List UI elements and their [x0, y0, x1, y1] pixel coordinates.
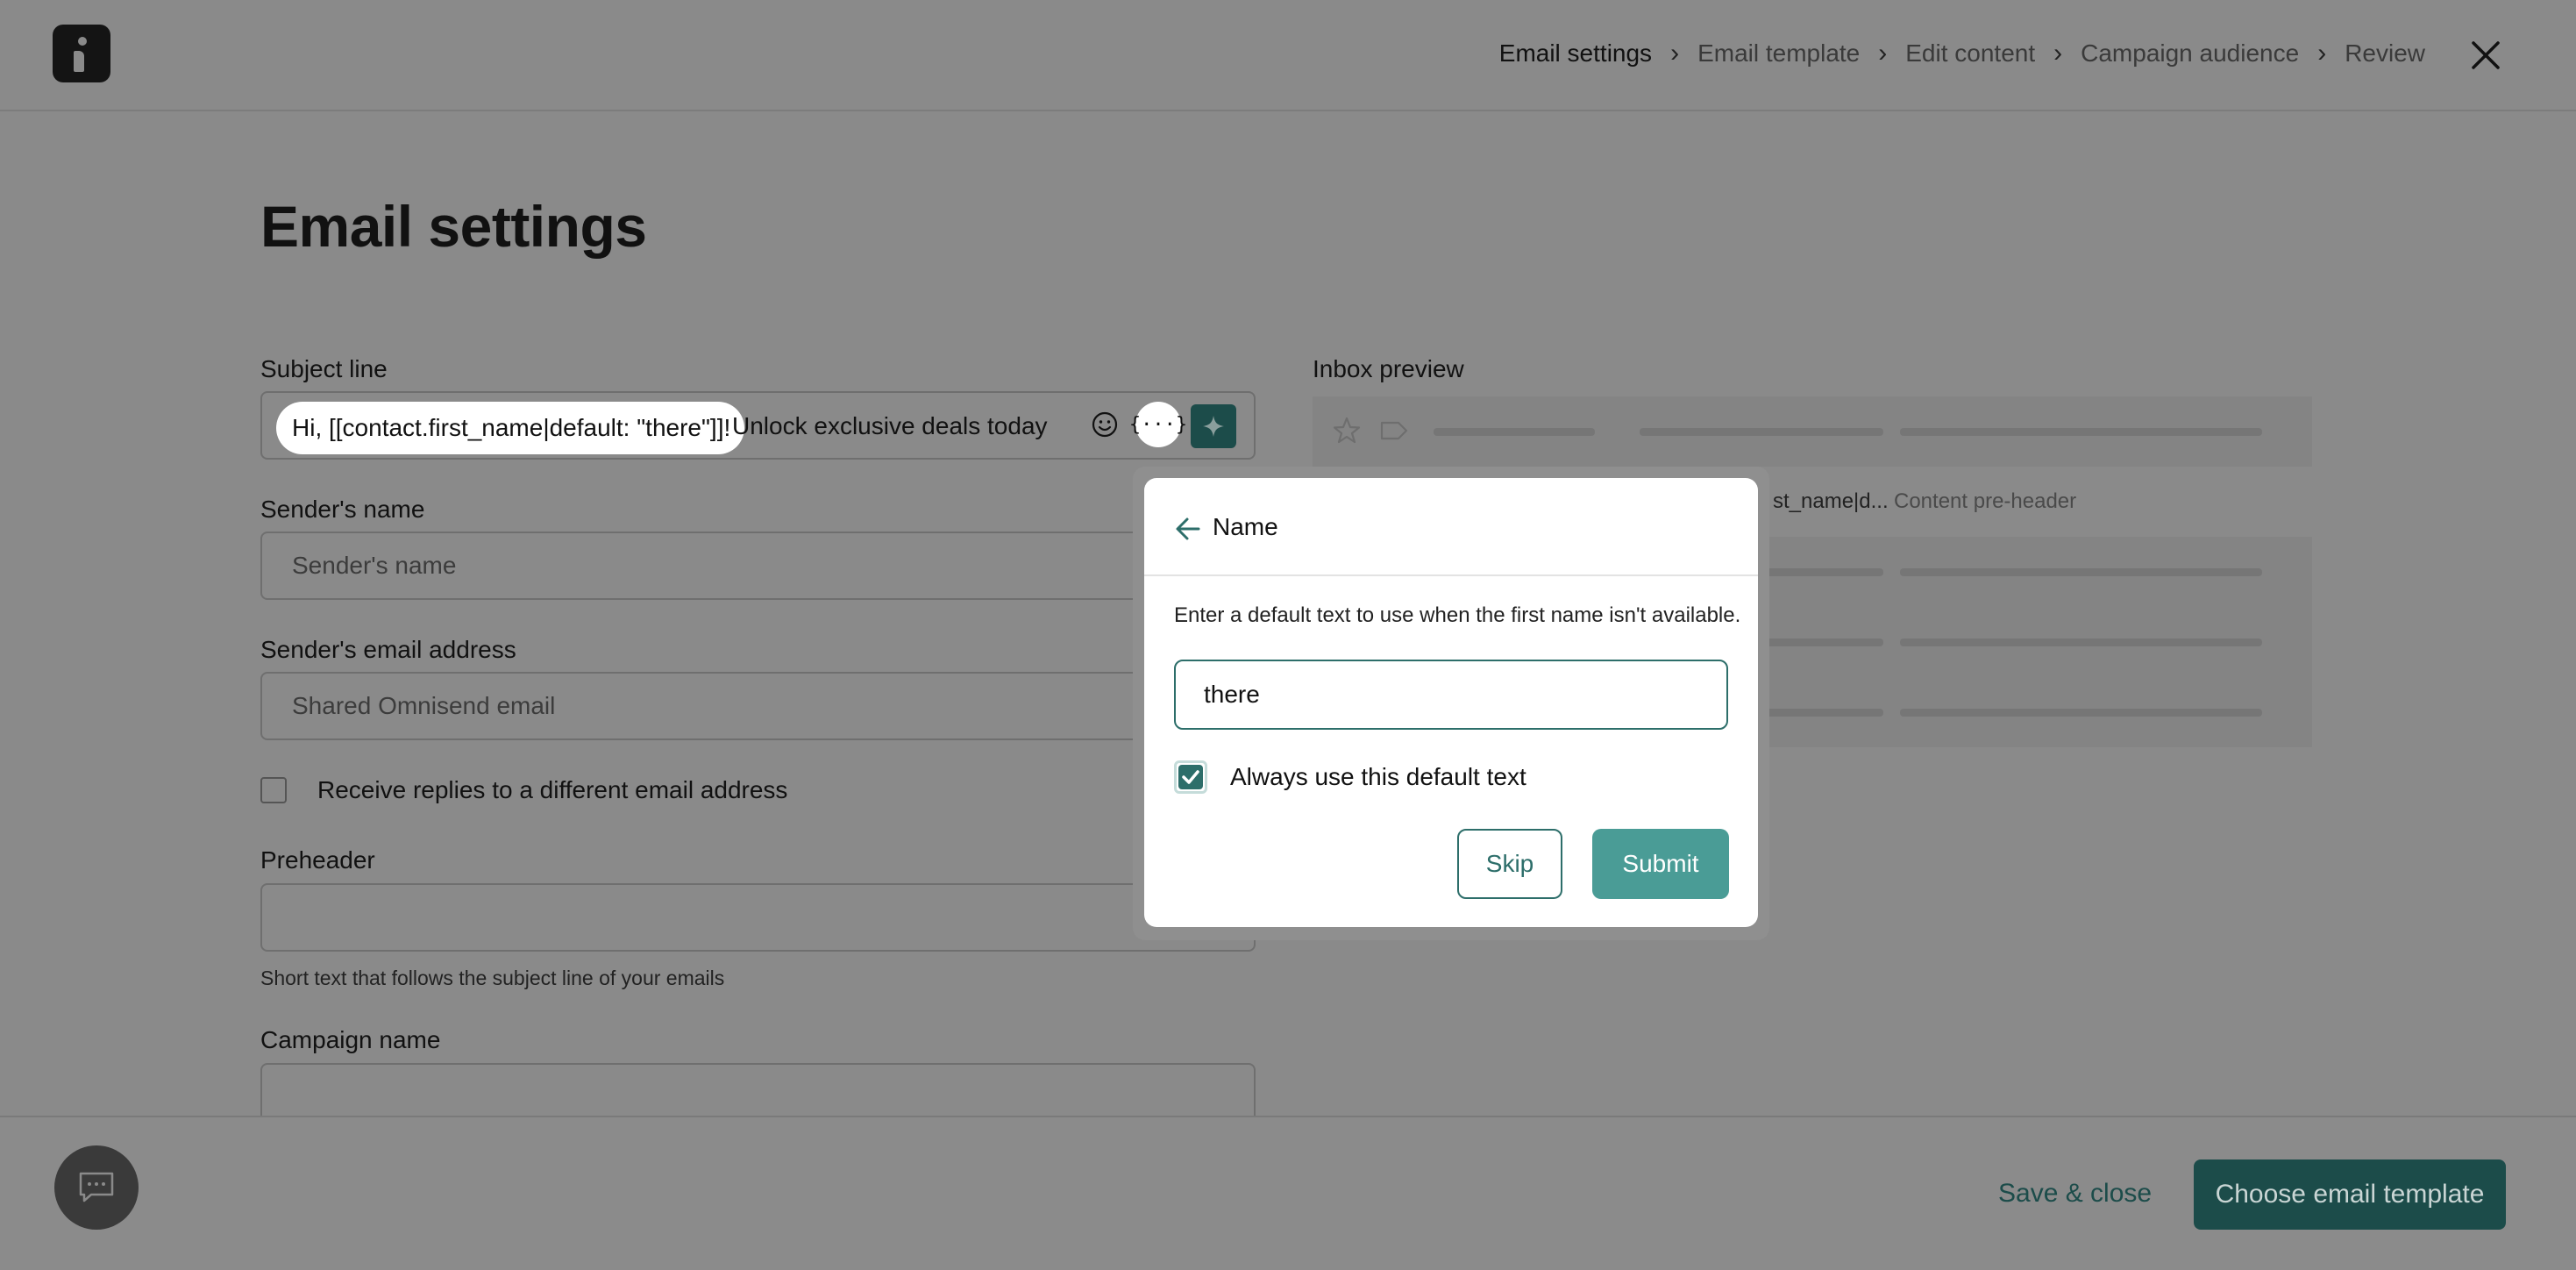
inbox-preview-label: Inbox preview	[1313, 355, 1464, 382]
sender-email-select[interactable]: Shared Omnisend email	[260, 672, 1256, 740]
default-text-input[interactable]: there	[1174, 660, 1728, 730]
ai-assistant-button[interactable]	[1191, 404, 1236, 448]
inbox-preheader-snippet: Content pre-header	[1894, 489, 2077, 513]
replies-checkbox-label: Receive replies to a different email add…	[317, 776, 788, 803]
subject-text[interactable]: Unlock exclusive deals today	[732, 412, 1048, 440]
step-email-settings[interactable]: Email settings	[1499, 39, 1652, 68]
arrow-left-icon[interactable]	[1172, 513, 1204, 545]
submit-button[interactable]: Submit	[1592, 829, 1729, 899]
omnisend-logo-icon[interactable]	[53, 25, 110, 82]
sender-email-label: Sender's email address	[260, 636, 516, 663]
chevron-right-icon: ›	[1878, 39, 1888, 68]
emoji-icon[interactable]	[1089, 409, 1121, 440]
always-use-default-checkbox[interactable]	[1174, 760, 1207, 794]
popover-header: Name	[1144, 478, 1758, 576]
chevron-right-icon: ›	[2053, 39, 2063, 68]
popover-title: Name	[1213, 513, 1278, 540]
skip-button[interactable]: Skip	[1457, 829, 1562, 899]
save-and-close-button[interactable]: Save & close	[1998, 1179, 2152, 1209]
sparkle-icon	[1203, 416, 1224, 437]
always-use-default-label: Always use this default text	[1230, 763, 1526, 790]
progress-breadcrumb: Email settings › Email template › Edit c…	[1499, 35, 2425, 72]
close-icon[interactable]	[2466, 35, 2506, 75]
inbox-row	[1313, 396, 2312, 467]
preheader-help-text: Short text that follows the subject line…	[260, 967, 725, 989]
bottom-action-bar	[0, 1116, 2576, 1270]
default-text-popover: Name Enter a default text to use when th…	[1144, 478, 1758, 927]
choose-email-template-button[interactable]: Choose email template	[2194, 1159, 2506, 1230]
star-icon	[1333, 417, 1361, 444]
step-edit-content[interactable]: Edit content	[1905, 39, 2035, 68]
label-tag-icon	[1380, 421, 1408, 440]
chat-bubble-icon	[79, 1172, 114, 1202]
subject-variable-tag[interactable]: Hi, [[contact.first_name|default: "there…	[276, 402, 745, 454]
subject-line-label: Subject line	[260, 355, 388, 382]
chat-button[interactable]	[54, 1145, 139, 1230]
sender-name-input[interactable]: Sender's name	[260, 532, 1256, 600]
preheader-input[interactable]	[260, 883, 1256, 952]
step-campaign-audience[interactable]: Campaign audience	[2081, 39, 2299, 68]
insert-variable-button[interactable]: {···}	[1129, 402, 1187, 447]
campaign-name-label: Campaign name	[260, 1026, 441, 1053]
step-review[interactable]: Review	[2345, 39, 2425, 68]
chevron-right-icon: ›	[1670, 39, 1680, 68]
sender-name-label: Sender's name	[260, 496, 425, 523]
page-title: Email settings	[260, 194, 647, 259]
checkmark-icon	[1182, 770, 1199, 784]
chevron-right-icon: ›	[2317, 39, 2327, 68]
step-email-template[interactable]: Email template	[1697, 39, 1860, 68]
inbox-subject-snippet: st_name|d...	[1773, 489, 1889, 513]
popover-description: Enter a default text to use when the fir…	[1174, 603, 1741, 627]
top-bar: Email settings › Email template › Edit c…	[0, 0, 2576, 111]
preheader-label: Preheader	[260, 846, 375, 874]
replies-checkbox[interactable]	[260, 777, 287, 803]
